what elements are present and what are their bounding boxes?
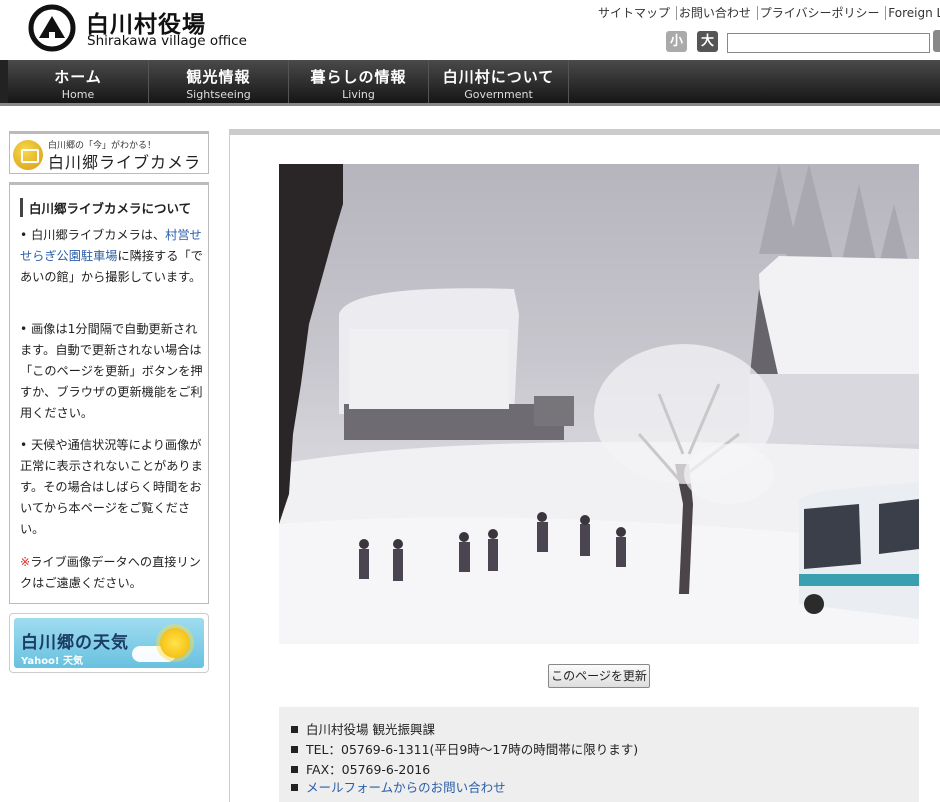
info-text: ライブ画像データへの直接リンクはご遠慮ください。 <box>20 555 201 590</box>
font-size-large-button[interactable]: 大 <box>697 31 718 52</box>
nav-sublabel: Sightseeing <box>186 88 251 101</box>
contact-row: FAX：05769-6-2016 <box>291 759 430 778</box>
search-input[interactable] <box>727 33 930 53</box>
contact-box: 白川村役場 観光振興課 TEL：05769-6-1311(平日9時～17時の時間… <box>279 707 919 802</box>
contact-link[interactable]: お問い合わせ <box>675 6 753 20</box>
info-paragraph-weather: • 天候や通信状況等により画像が正常に表示されないことがあります。その場合はしば… <box>20 438 203 536</box>
nav-item-home[interactable]: ホーム Home <box>8 60 149 103</box>
main-left-border <box>229 129 230 802</box>
nav-label: ホーム <box>54 68 102 86</box>
contact-row: TEL：05769-6-1311(平日9時～17時の時間帯に限ります) <box>291 739 638 758</box>
sitemap-link[interactable]: サイトマップ <box>598 6 672 20</box>
bullet-icon <box>291 766 298 773</box>
camera-info-box: 白川郷ライブカメラについて • 白川郷ライブカメラは、村営せせらぎ公園駐車場に隣… <box>9 182 209 604</box>
nav-item-sightseeing[interactable]: 観光情報 Sightseeing <box>149 60 289 103</box>
nav-edge <box>0 60 8 103</box>
nav-item-living[interactable]: 暮らしの情報 Living <box>289 60 429 103</box>
refresh-page-button[interactable]: このページを更新 <box>548 664 650 688</box>
contact-tel: TEL：05769-6-1311(平日9時～17時の時間帯に限ります) <box>306 742 639 757</box>
village-logo-icon[interactable] <box>28 4 76 52</box>
global-nav: ホーム Home 観光情報 Sightseeing 暮らしの情報 Living … <box>0 60 940 106</box>
weather-banner-image: 白川郷の天気 Yahoo! 天気 <box>14 618 204 668</box>
font-size-small-button[interactable]: 小 <box>666 31 687 52</box>
nav-sublabel: Home <box>61 88 95 101</box>
bullet-icon <box>291 746 298 753</box>
nav-label: 観光情報 <box>186 68 251 86</box>
nav-item-government[interactable]: 白川村について Government <box>429 60 569 103</box>
bullet-icon <box>291 784 298 791</box>
search-button[interactable] <box>933 30 940 52</box>
nav-label: 暮らしの情報 <box>310 68 407 86</box>
site-subtitle: Shirakawa village office <box>87 33 247 49</box>
main-top-border <box>229 129 940 135</box>
weather-title: 白川郷の天気 <box>21 633 129 653</box>
nav-label: 白川村について <box>442 68 555 86</box>
site-header: 白川村役場 Shirakawa village office サイトマップ お問… <box>0 0 940 60</box>
info-heading: 白川郷ライブカメラについて <box>20 198 191 217</box>
info-paragraph-location: • 白川郷ライブカメラは、村営せせらぎ公園駐車場に隣接する「であいの館」から撮影… <box>20 225 206 288</box>
contact-row: メールフォームからのお問い合わせ <box>291 777 506 796</box>
info-paragraph-update: • 画像は1分間隔で自動更新されます。自動で更新されない場合は「このページを更新… <box>20 322 203 420</box>
contact-department: 白川村役場 観光振興課 <box>306 722 435 737</box>
live-camera-banner[interactable]: 白川郷の「今」がわかる！ 白川郷ライブカメラ <box>9 131 209 174</box>
info-text: • 白川郷ライブカメラは、 <box>20 228 166 242</box>
sun-icon <box>160 628 190 658</box>
mail-form-link[interactable]: メールフォームからのお問い合わせ <box>306 780 506 795</box>
nav-sublabel: Government <box>464 88 533 101</box>
info-paragraph-notice: ※ライブ画像データへの直接リンクはご遠慮ください。 <box>20 552 206 594</box>
weather-provider: Yahoo! 天気 <box>21 656 83 667</box>
weather-banner[interactable]: 白川郷の天気 Yahoo! 天気 <box>9 613 209 673</box>
notice-mark: ※ <box>20 555 31 569</box>
contact-row: 白川村役場 観光振興課 <box>291 719 435 738</box>
nav-sublabel: Living <box>342 88 375 101</box>
live-camera-image <box>279 164 919 644</box>
foreign-language-link[interactable]: Foreign Langu <box>885 6 940 20</box>
banner-title: 白川郷ライブカメラ <box>48 153 202 172</box>
utility-links: サイトマップ お問い合わせ プライバシーポリシー Foreign Langu <box>598 4 940 21</box>
snow-scene <box>279 164 919 644</box>
contact-fax: FAX：05769-6-2016 <box>306 762 431 777</box>
monitor-icon <box>13 140 43 170</box>
bullet-icon <box>291 726 298 733</box>
privacy-policy-link[interactable]: プライバシーポリシー <box>756 6 882 20</box>
